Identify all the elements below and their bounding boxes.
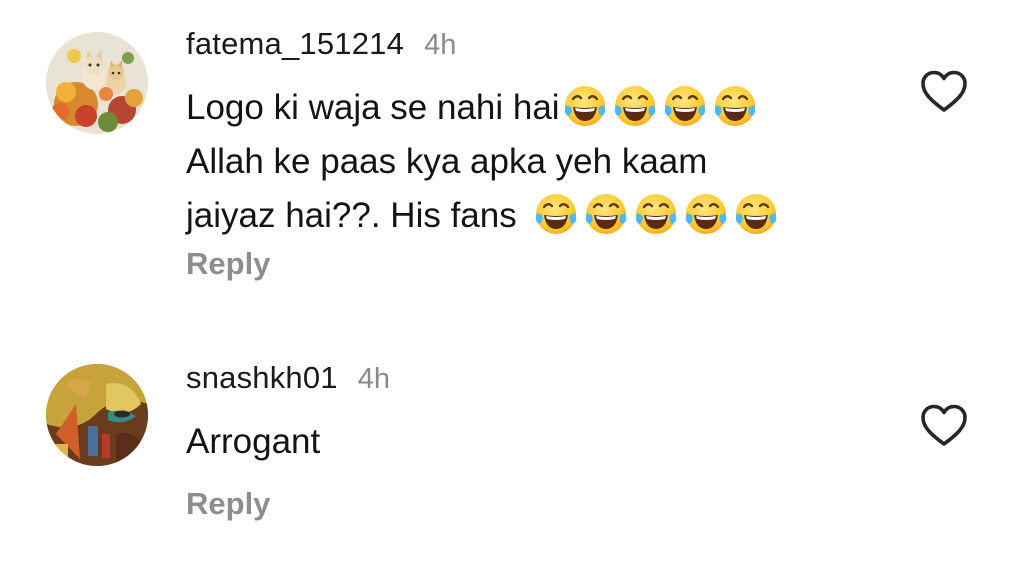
avatar[interactable] bbox=[46, 364, 148, 466]
tears-of-joy-emoji-icon bbox=[533, 191, 579, 237]
tears-of-joy-emoji-icon bbox=[733, 191, 779, 237]
avatar[interactable] bbox=[46, 32, 148, 134]
comment-text: Logo ki waja se nahi hai Allah ke paas k… bbox=[186, 81, 866, 243]
timestamp: 4h bbox=[357, 363, 391, 395]
comment-text: Arrogant bbox=[186, 415, 866, 469]
reply-button[interactable]: Reply bbox=[186, 246, 270, 282]
emoji-group bbox=[562, 83, 758, 129]
tears-of-joy-emoji-icon bbox=[712, 83, 758, 129]
comment-line: Arrogant bbox=[186, 422, 321, 461]
comment-header: snashkh01 4h bbox=[186, 360, 390, 400]
comment-line: Logo ki waja se nahi hai bbox=[186, 81, 866, 135]
comment-item: snashkh01 4h Arrogant Reply bbox=[0, 340, 1024, 569]
comment-line: jaiyaz hai??. His fans bbox=[186, 189, 866, 243]
username[interactable]: fatema_151214 bbox=[186, 26, 404, 62]
tears-of-joy-emoji-icon bbox=[562, 83, 608, 129]
like-button[interactable] bbox=[919, 68, 969, 114]
tears-of-joy-emoji-icon bbox=[633, 191, 679, 237]
reply-button[interactable]: Reply bbox=[186, 486, 270, 522]
heart-outline-icon bbox=[919, 402, 969, 448]
tears-of-joy-emoji-icon bbox=[583, 191, 629, 237]
like-button[interactable] bbox=[919, 402, 969, 448]
tears-of-joy-emoji-icon bbox=[612, 83, 658, 129]
username[interactable]: snashkh01 bbox=[186, 360, 338, 396]
timestamp: 4h bbox=[424, 29, 457, 61]
emoji-group bbox=[533, 191, 779, 237]
tears-of-joy-emoji-icon bbox=[662, 83, 708, 129]
comment-line: Allah ke paas kya apka yeh kaam bbox=[186, 142, 708, 181]
heart-outline-icon bbox=[919, 68, 969, 114]
comment-item: fatema_151214 4h Logo ki waja se nahi ha… bbox=[0, 0, 1024, 300]
comment-header: fatema_151214 4h bbox=[186, 26, 456, 66]
tears-of-joy-emoji-icon bbox=[683, 191, 729, 237]
